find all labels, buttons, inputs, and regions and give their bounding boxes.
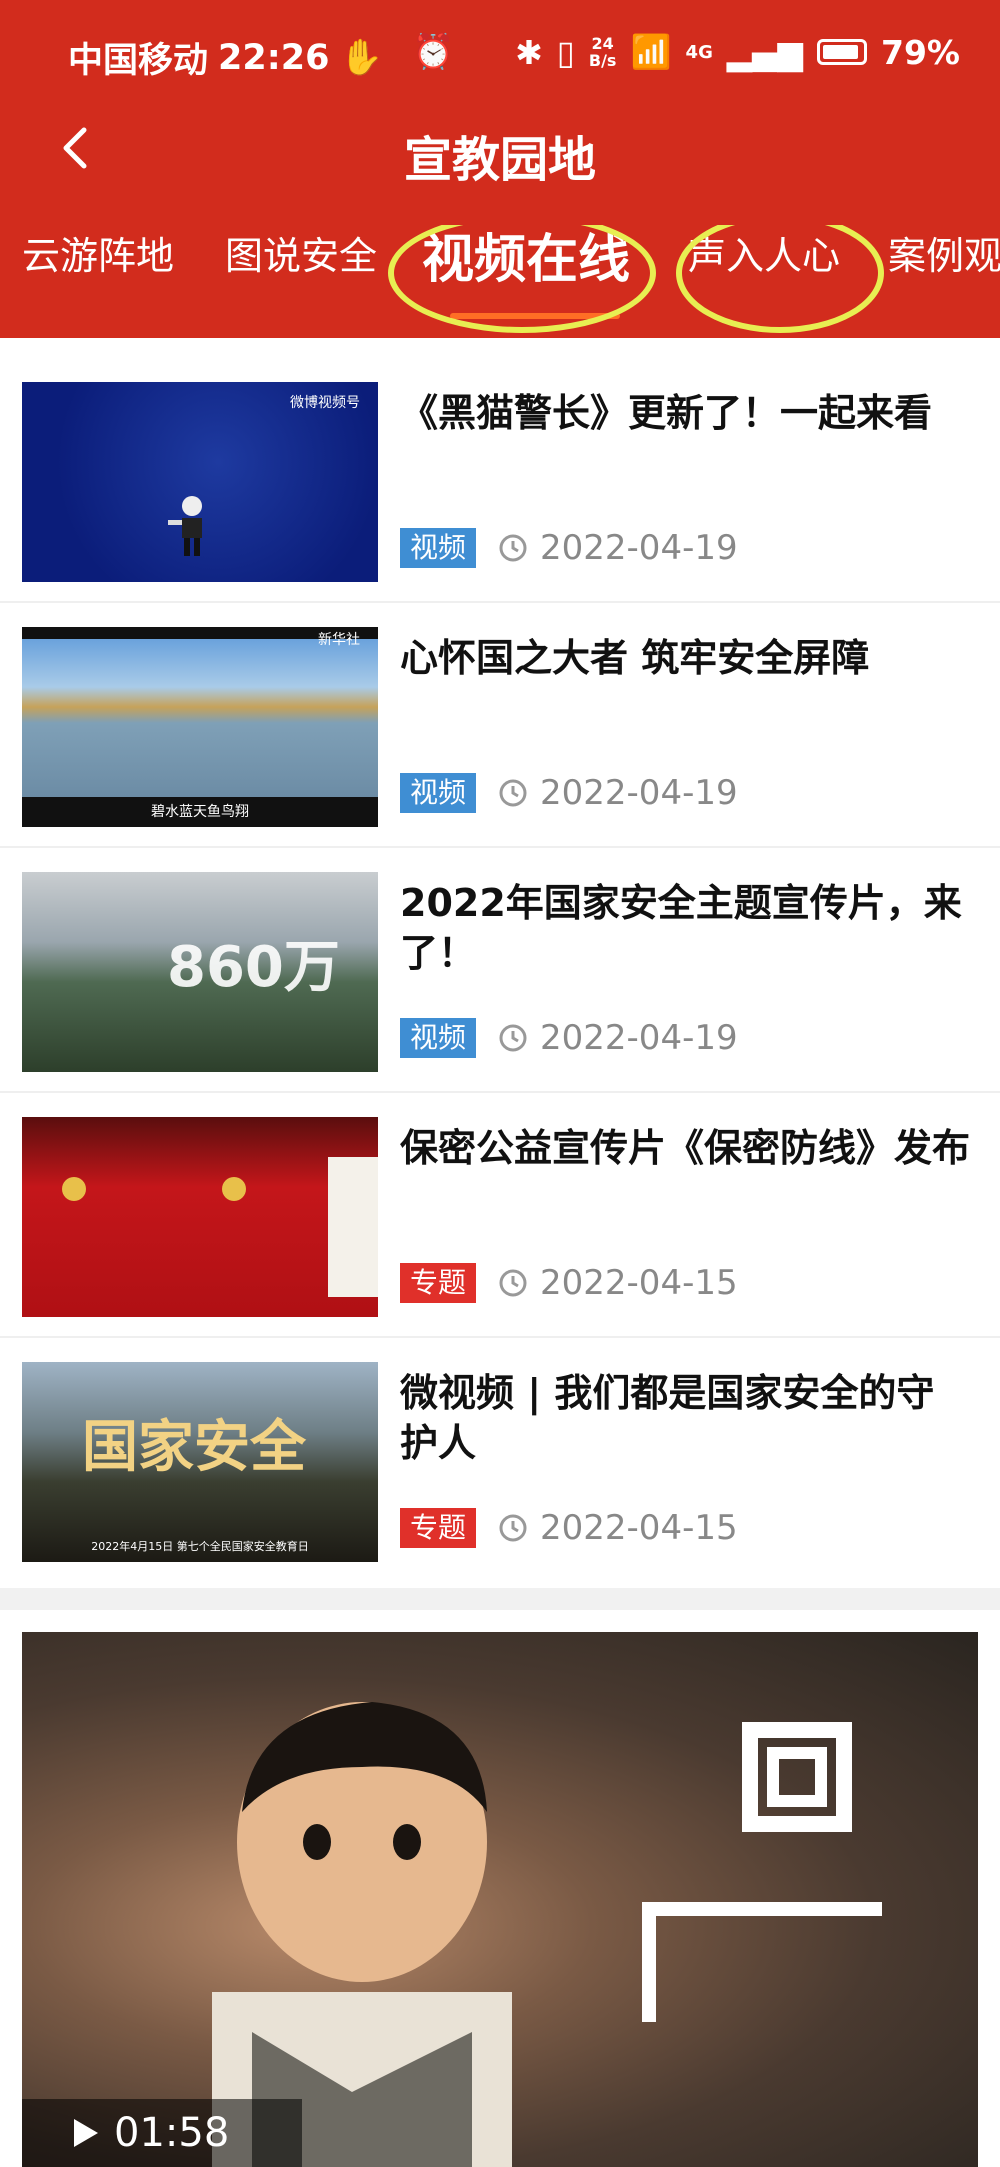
vibrate-icon: ▯: [556, 32, 575, 72]
child-figure: [212, 1702, 512, 2167]
item-meta: 专题 2022-04-15: [400, 1508, 738, 1548]
status-right: ✱ ▯ 24 B/s 📶 4G ▂▄▆ 79%: [515, 32, 960, 72]
thumbnail: 860万: [22, 872, 378, 1072]
highlight-ring-voice: [676, 225, 884, 333]
item-title: 保密公益宣传片《保密防线》发布: [400, 1126, 971, 1170]
status-left: 中国移动 22:26 ✋: [68, 32, 383, 83]
page-title: 宣教园地: [403, 132, 596, 188]
item-meta: 视频 2022-04-19: [400, 528, 738, 568]
hand-icon: ✋: [339, 38, 384, 78]
thumb-watermark: 860万: [167, 935, 340, 1000]
item-title: 《黑猫警长》更新了！一起来看: [400, 391, 933, 435]
thumbnail: 微博视频号: [22, 382, 378, 582]
category-tag: 专题: [400, 1508, 477, 1548]
item-date: 2022-04-15: [498, 1508, 738, 1548]
title-glyph-box: [767, 1747, 827, 1807]
thumb-watermark: 新华社: [318, 632, 360, 648]
item-title: 2022年国家安全主题宣传片，来了！: [400, 881, 962, 975]
list-item[interactable]: 微博视频号 《黑猫警长》更新了！一起来看 视频 2022-04-19: [0, 358, 1000, 603]
tab-illustrated-safety[interactable]: 图说安全: [225, 225, 377, 280]
battery-percent: 79%: [881, 32, 960, 72]
battery-icon: [817, 39, 867, 65]
tab-bar: 云游阵地 图说安全 视频在线 声入人心 案例观: [0, 225, 1000, 335]
item-title: 微视频 | 我们都是国家安全的守护人: [400, 1371, 935, 1465]
status-bar: 中国移动 22:26 ✋ ⏰ ✱ ▯ 24 B/s 📶 4G ▂▄▆ 79%: [0, 22, 1000, 92]
clock-icon: [499, 779, 527, 807]
app-header: 中国移动 22:26 ✋ ⏰ ✱ ▯ 24 B/s 📶 4G ▂▄▆ 79% 宣…: [0, 0, 1000, 338]
thumbnail: 新华社 碧水蓝天鱼鸟翔: [22, 627, 378, 827]
bluetooth-icon: ✱: [515, 32, 543, 72]
clock-icon: [499, 1024, 527, 1052]
list-item[interactable]: 保密公益宣传片《保密防线》发布 专题 2022-04-15: [0, 1093, 1000, 1338]
play-icon: [74, 2119, 98, 2147]
wifi-icon: 📶: [630, 32, 672, 71]
document-page: [328, 1157, 378, 1297]
video-duration: 01:58: [22, 2099, 302, 2167]
clock: 22:26: [218, 37, 330, 78]
item-meta: 视频 2022-04-19: [400, 1018, 738, 1058]
nav-bar: 宣教园地: [0, 100, 1000, 200]
item-date: 2022-04-19: [498, 1018, 738, 1058]
tab-cases[interactable]: 案例观: [888, 225, 1000, 280]
category-tag: 专题: [400, 1263, 477, 1303]
emblem-icon: [62, 1177, 86, 1201]
category-tag: 视频: [400, 528, 477, 568]
list-item[interactable]: 国家安全 2022年4月15日 第七个全民国家安全教育日 微视频 | 我们都是国…: [0, 1338, 1000, 1583]
item-date: 2022-04-19: [498, 528, 738, 568]
signal-icon: ▂▄▆: [726, 32, 803, 72]
list-item[interactable]: 新华社 碧水蓝天鱼鸟翔 心怀国之大者 筑牢安全屏障 视频 2022-04-19: [0, 603, 1000, 848]
item-title: 心怀国之大者 筑牢安全屏障: [400, 636, 870, 680]
thumb-watermark: 微博视频号: [290, 395, 360, 411]
thumbnail: [22, 1117, 378, 1317]
category-tag: 视频: [400, 773, 477, 813]
robot-figure-icon: [168, 496, 202, 556]
emblem-icon: [222, 1177, 246, 1201]
featured-video[interactable]: 01:58: [22, 1632, 978, 2167]
network-type: 4G: [685, 41, 713, 63]
thumb-watermark: 国家安全: [82, 1414, 306, 1480]
title-glyph-stroke: [642, 1902, 882, 2022]
section-divider: [0, 1588, 1000, 1610]
clock-icon: [499, 534, 527, 562]
list-item[interactable]: 860万 2022年国家安全主题宣传片，来了！ 视频 2022-04-19: [0, 848, 1000, 1093]
thumbnail: 国家安全 2022年4月15日 第七个全民国家安全教育日: [22, 1362, 378, 1562]
thumb-caption: 碧水蓝天鱼鸟翔: [151, 804, 249, 820]
item-meta: 专题 2022-04-15: [400, 1263, 738, 1303]
clock-icon: [499, 1514, 527, 1542]
net-speed: 24 B/s: [588, 34, 617, 70]
thumb-caption: 2022年4月15日 第七个全民国家安全教育日: [91, 1540, 309, 1553]
clock-icon: [499, 1269, 527, 1297]
category-tag: 视频: [400, 1018, 477, 1058]
carrier-label: 中国移动: [68, 41, 209, 81]
item-date: 2022-04-19: [498, 773, 738, 813]
item-meta: 视频 2022-04-19: [400, 773, 738, 813]
tab-cloud-tour[interactable]: 云游阵地: [22, 225, 174, 280]
item-date: 2022-04-15: [498, 1263, 738, 1303]
alarm-icon: ⏰: [412, 32, 455, 72]
